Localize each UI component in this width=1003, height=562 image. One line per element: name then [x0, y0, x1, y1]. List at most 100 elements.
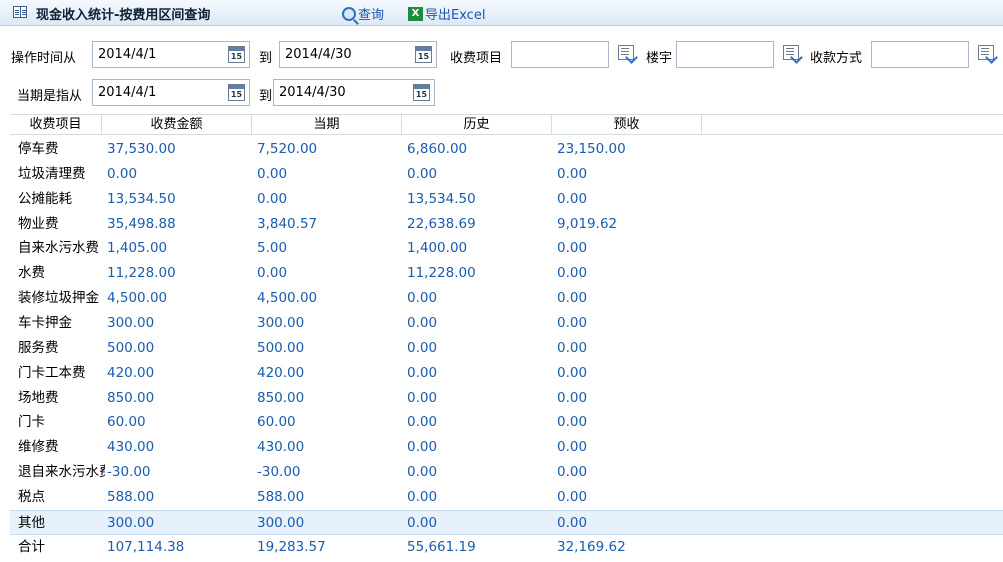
op-time-to-label: 到 [259, 51, 273, 66]
calendar-icon[interactable]: 15 [228, 84, 245, 101]
history-cell: 0.00 [407, 464, 438, 481]
op-time-from-value: 2014/4/1 [98, 47, 157, 62]
current-cell: 420.00 [257, 364, 305, 381]
current-cell: 19,283.57 [257, 538, 326, 555]
amount-cell: 300.00 [107, 314, 155, 331]
fee-item-cell: 其他 [18, 514, 45, 531]
column-header[interactable]: 当期 [252, 115, 402, 135]
history-cell: 1,400.00 [407, 240, 468, 257]
prepaid-cell: 0.00 [557, 165, 588, 182]
table-row[interactable]: 停车费 37,530.00 7,520.00 6,860.00 23,150.00 [10, 137, 1003, 162]
prepaid-cell: 0.00 [557, 364, 588, 381]
history-cell: 13,534.50 [407, 190, 476, 207]
prepaid-cell: 0.00 [557, 414, 588, 431]
grid-header: 收费项目 收费金额 当期 历史 预收 [10, 115, 1003, 135]
search-icon [342, 6, 356, 21]
period-to-label: 到 [259, 89, 273, 104]
history-cell: 0.00 [407, 364, 438, 381]
pay-method-input[interactable] [871, 41, 969, 68]
table-row[interactable]: 物业费 35,498.88 3,840.57 22,638.69 9,019.62 [10, 212, 1003, 237]
prepaid-cell: 0.00 [557, 389, 588, 406]
period-label: 当期是指从 [17, 89, 83, 104]
prepaid-cell: 9,019.62 [557, 215, 618, 232]
fee-item-cell: 公摊能耗 [18, 190, 72, 207]
calendar-icon[interactable]: 15 [413, 84, 430, 101]
table-row[interactable]: 门卡 60.00 60.00 0.00 0.00 [10, 410, 1003, 435]
table-row[interactable]: 自来水污水费 1,405.00 5.00 1,400.00 0.00 [10, 236, 1003, 261]
table-row[interactable]: 装修垃圾押金 4,500.00 4,500.00 0.00 0.00 [10, 286, 1003, 311]
prepaid-cell: 0.00 [557, 514, 588, 531]
fee-item-cell: 维修费 [18, 439, 59, 456]
fee-item-cell: 装修垃圾押金 [18, 290, 99, 307]
table-row[interactable]: 税点 588.00 588.00 0.00 0.00 [10, 485, 1003, 510]
period-to-value: 2014/4/30 [279, 85, 346, 100]
calendar-icon[interactable]: 15 [415, 46, 432, 63]
column-header[interactable]: 预收 [552, 115, 702, 135]
total-row[interactable]: 合计 107,114.38 19,283.57 55,661.19 32,169.62 [10, 535, 1003, 560]
period-to-input[interactable]: 2014/4/30 15 [273, 79, 435, 106]
column-header[interactable]: 历史 [402, 115, 552, 135]
current-cell: 5.00 [257, 240, 288, 257]
amount-cell: 850.00 [107, 389, 155, 406]
amount-cell: 11,228.00 [107, 265, 176, 282]
table-row[interactable]: 垃圾清理费 0.00 0.00 0.00 0.00 [10, 162, 1003, 187]
amount-cell: 1,405.00 [107, 240, 168, 257]
current-cell: 300.00 [257, 514, 305, 531]
fee-item-input[interactable] [511, 41, 609, 68]
current-cell: 0.00 [257, 265, 288, 282]
table-row[interactable]: 水费 11,228.00 0.00 11,228.00 0.00 [10, 261, 1003, 286]
history-cell: 0.00 [407, 314, 438, 331]
current-cell: 0.00 [257, 165, 288, 182]
op-time-from-input[interactable]: 2014/4/1 15 [92, 41, 250, 68]
prepaid-cell: 32,169.62 [557, 538, 626, 555]
query-button[interactable]: 查询 [342, 4, 384, 23]
prepaid-cell: 0.00 [557, 190, 588, 207]
page-title: 现金收入统计-按费用区间查询 [36, 8, 211, 23]
select-list-icon[interactable] [978, 45, 994, 60]
excel-icon: X [408, 6, 423, 21]
building-input[interactable] [676, 41, 774, 68]
select-list-icon[interactable] [783, 45, 799, 60]
select-list-icon[interactable] [618, 45, 634, 60]
export-excel-label: 导出Excel [425, 8, 486, 23]
amount-cell: 588.00 [107, 488, 155, 505]
export-excel-button[interactable]: X 导出Excel [408, 4, 485, 23]
fee-item-cell: 物业费 [18, 215, 59, 232]
table-row[interactable]: 其他 300.00 300.00 0.00 0.00 [10, 509, 1003, 535]
current-cell: -30.00 [257, 464, 301, 481]
op-time-to-value: 2014/4/30 [285, 47, 352, 62]
history-cell: 55,661.19 [407, 538, 476, 555]
data-grid: 收费项目 收费金额 当期 历史 预收 停车费 37,530.00 7,520.00 6… [10, 114, 1003, 555]
current-cell: 588.00 [257, 488, 305, 505]
current-cell: 430.00 [257, 439, 305, 456]
amount-cell: 0.00 [107, 165, 138, 182]
table-row[interactable]: 车卡押金 300.00 300.00 0.00 0.00 [10, 311, 1003, 336]
table-row[interactable]: 服务费 500.00 500.00 0.00 0.00 [10, 336, 1003, 361]
amount-cell: 37,530.00 [107, 141, 176, 157]
table-row[interactable]: 公摊能耗 13,534.50 0.00 13,534.50 0.00 [10, 187, 1003, 212]
calendar-icon[interactable]: 15 [228, 46, 245, 63]
fee-item-cell: 自来水污水费 [18, 240, 99, 257]
prepaid-cell: 23,150.00 [557, 141, 626, 157]
history-cell: 22,638.69 [407, 215, 476, 232]
prepaid-cell: 0.00 [557, 339, 588, 356]
table-row[interactable]: 场地费 850.00 850.00 0.00 0.00 [10, 386, 1003, 411]
current-cell: 500.00 [257, 339, 305, 356]
table-row[interactable]: 退自来水污水费 -30.00 -30.00 0.00 0.00 [10, 460, 1003, 485]
history-cell: 0.00 [407, 414, 438, 431]
building-label: 楼宇 [646, 51, 673, 66]
op-time-to-input[interactable]: 2014/4/30 15 [279, 41, 437, 68]
title-bar: 现金收入统计-按费用区间查询 查询 X 导出Excel [0, 0, 1003, 26]
period-from-value: 2014/4/1 [98, 85, 157, 100]
column-header[interactable]: 收费金额 [102, 115, 252, 135]
table-row[interactable]: 门卡工本费 420.00 420.00 0.00 0.00 [10, 361, 1003, 386]
fee-item-cell: 场地费 [18, 389, 59, 406]
pay-method-label: 收款方式 [810, 51, 863, 66]
history-cell: 0.00 [407, 514, 438, 531]
fee-item-cell: 合计 [18, 538, 45, 555]
amount-cell: -30.00 [107, 464, 151, 481]
table-row[interactable]: 维修费 430.00 430.00 0.00 0.00 [10, 435, 1003, 460]
column-header[interactable]: 收费项目 [10, 115, 102, 135]
prepaid-cell: 0.00 [557, 240, 588, 257]
period-from-input[interactable]: 2014/4/1 15 [92, 79, 250, 106]
